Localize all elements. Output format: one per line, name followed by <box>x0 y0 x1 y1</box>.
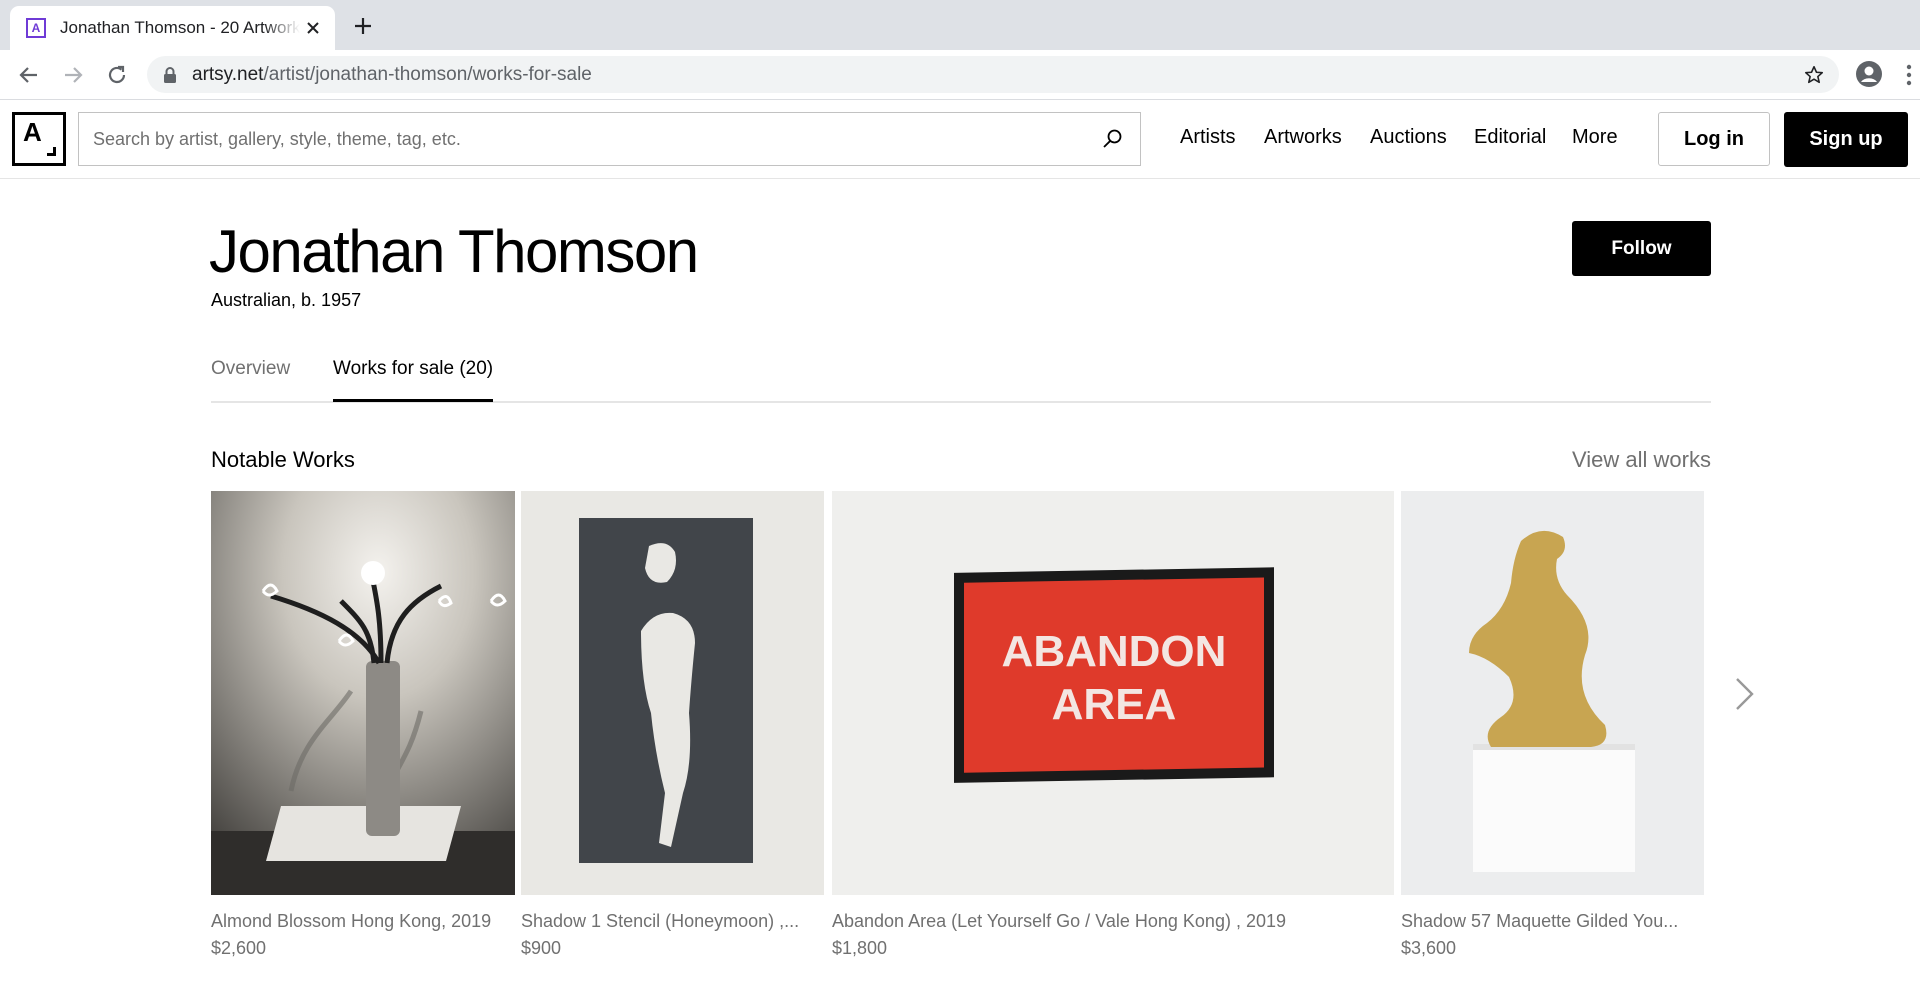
artwork-price: $1,800 <box>832 938 888 958</box>
sign-text-line-2: AREA <box>1052 680 1177 729</box>
artwork-image-abandon-area[interactable]: ABANDON AREA <box>832 491 1394 895</box>
artwork-caption[interactable]: Shadow 57 Maquette Gilded You... <box>1401 911 1678 932</box>
address-bar[interactable]: artsy.net/artist/jonathan-thomson/works-… <box>147 56 1839 93</box>
tab-works-for-sale[interactable]: Works for sale (20) <box>333 358 493 380</box>
chevron-right-icon[interactable] <box>1734 676 1756 712</box>
notable-works-title: Notable Works <box>211 447 355 472</box>
bookmark-star-icon[interactable] <box>1803 64 1825 86</box>
artist-tabs: Overview Works for sale (20) <box>211 358 1711 403</box>
sign-text-line-1: ABANDON <box>1002 627 1227 676</box>
reload-icon[interactable] <box>104 62 130 88</box>
artwork-image-shadow-stencil[interactable] <box>521 491 824 895</box>
nav-more[interactable]: More <box>1572 126 1618 149</box>
artwork-price: $2,600 <box>211 938 267 958</box>
nav-editorial[interactable]: Editorial <box>1474 126 1546 149</box>
artwork-price: $3,600 <box>1401 938 1457 958</box>
search-icon[interactable] <box>1100 127 1124 151</box>
artist-name: Jonathan Thomson <box>209 218 699 285</box>
login-button[interactable]: Log in <box>1658 112 1770 166</box>
follow-button[interactable]: Follow <box>1572 221 1711 276</box>
signup-button[interactable]: Sign up <box>1784 112 1908 167</box>
artsy-favicon-icon: A <box>26 18 46 38</box>
site-header: A Artists Artworks Auctions Editorial Mo… <box>0 100 1920 179</box>
tab-title: Jonathan Thomson - 20 Artworks <box>60 18 300 37</box>
tab-overview[interactable]: Overview <box>211 358 290 380</box>
search-bar <box>78 112 1141 166</box>
artist-nationality: Australian, b. 1957 <box>211 290 362 310</box>
artwork-image-shadow-57-maquette[interactable] <box>1401 491 1704 895</box>
view-all-works-link[interactable]: View all works <box>1572 447 1711 473</box>
nav-artworks[interactable]: Artworks <box>1264 126 1342 149</box>
artwork-caption[interactable]: Almond Blossom Hong Kong, 2019 <box>211 911 491 932</box>
artwork-caption[interactable]: Shadow 1 Stencil (Honeymoon) ,... <box>521 911 799 932</box>
lock-icon <box>164 66 176 83</box>
kebab-menu-icon[interactable] <box>1905 62 1913 88</box>
browser-tabstrip: A Jonathan Thomson - 20 Artworks <box>0 0 1920 50</box>
nav-artists[interactable]: Artists <box>1180 126 1236 149</box>
browser-tab[interactable]: A Jonathan Thomson - 20 Artworks <box>10 6 335 50</box>
active-tab-indicator <box>333 399 493 402</box>
forward-arrow-icon[interactable] <box>60 62 86 88</box>
search-input[interactable] <box>79 112 1100 166</box>
profile-icon[interactable] <box>1855 60 1883 88</box>
url-text: artsy.net/artist/jonathan-thomson/works-… <box>192 63 592 85</box>
artwork-image-almond-blossom[interactable] <box>211 491 515 895</box>
artwork-price: $900 <box>521 938 562 958</box>
browser-toolbar: artsy.net/artist/jonathan-thomson/works-… <box>0 50 1920 100</box>
artsy-logo[interactable]: A <box>12 112 66 166</box>
nav-auctions[interactable]: Auctions <box>1370 126 1447 149</box>
close-tab-icon[interactable] <box>303 18 323 38</box>
back-arrow-icon[interactable] <box>16 62 42 88</box>
artwork-caption[interactable]: Abandon Area (Let Yourself Go / Vale Hon… <box>832 911 1286 932</box>
new-tab-icon[interactable] <box>351 14 375 38</box>
